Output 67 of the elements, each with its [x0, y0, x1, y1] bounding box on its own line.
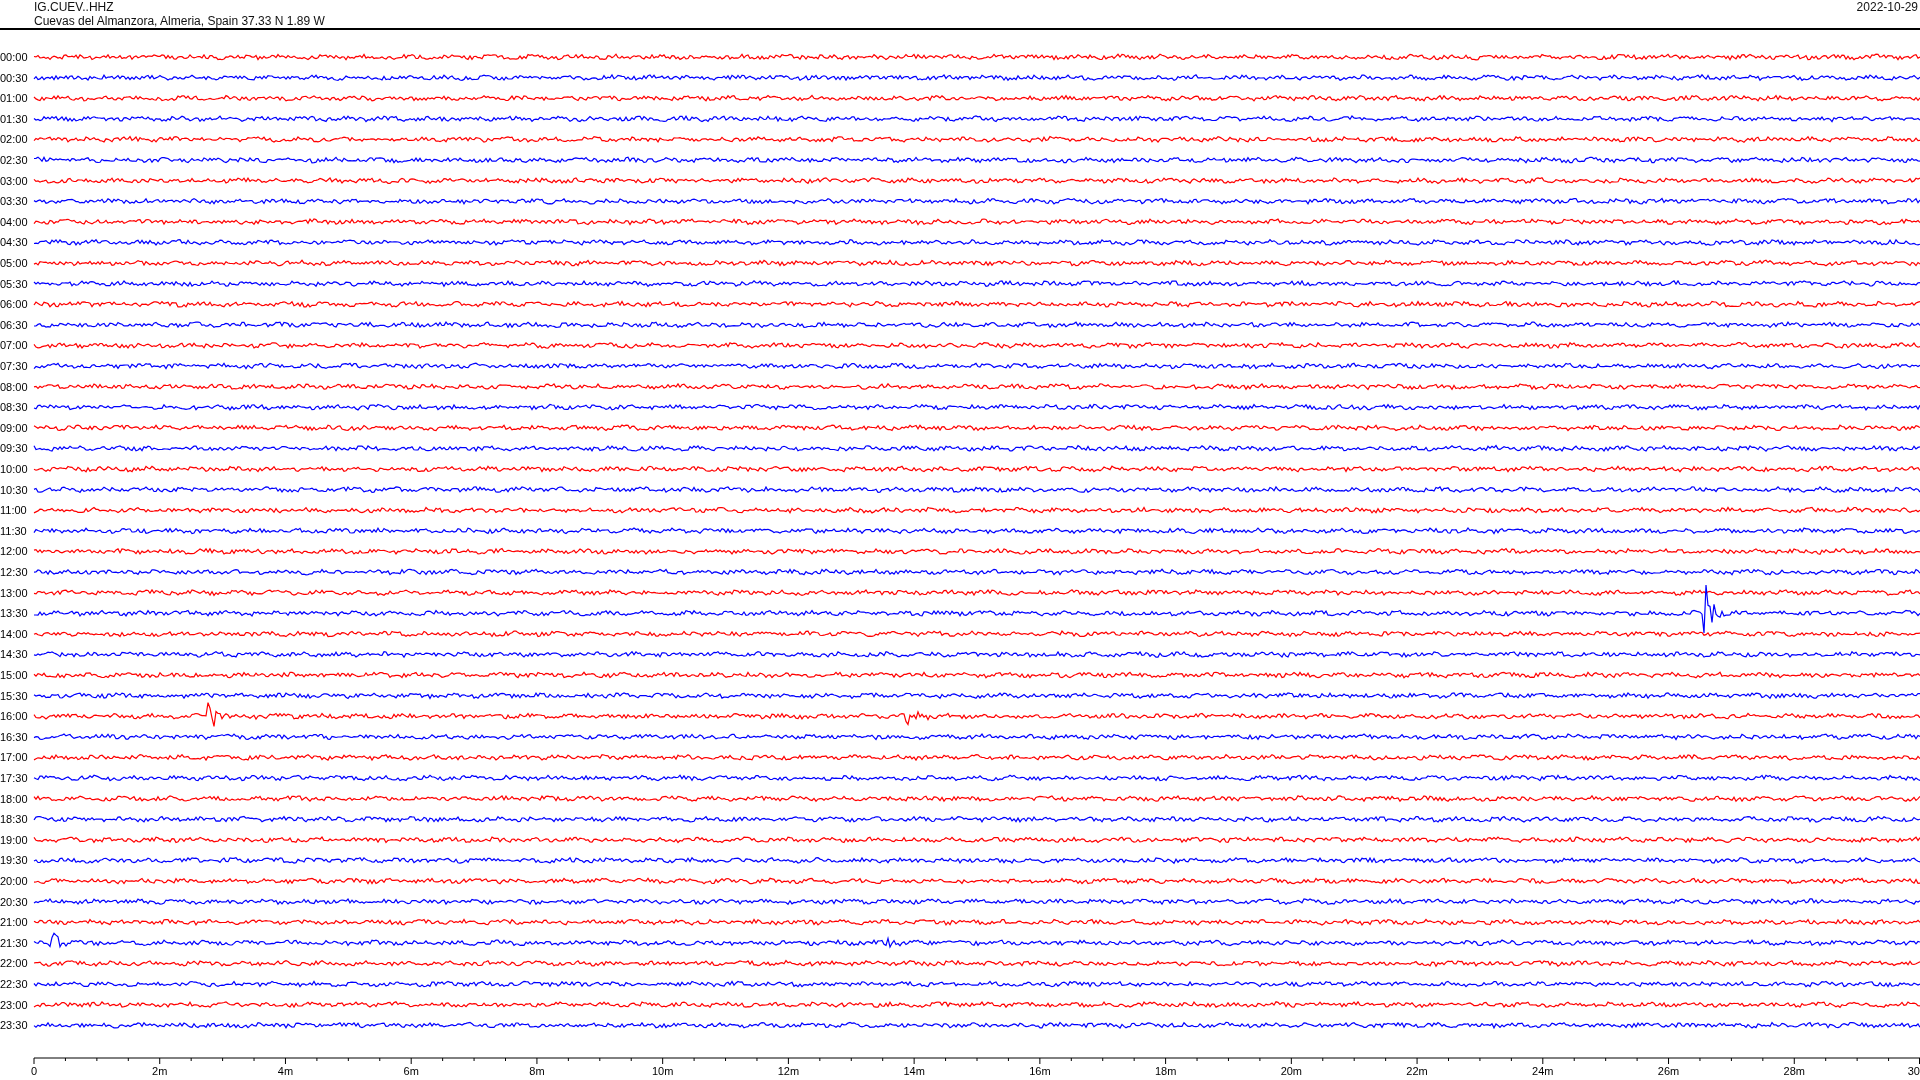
row-time-label: 16:30 [0, 730, 28, 743]
row-time-label: 14:00 [0, 627, 28, 640]
row-time-label: 10:00 [0, 463, 28, 475]
axis-tick-label: 16m [1029, 1065, 1051, 1077]
row-time-label: 18:00 [0, 792, 28, 805]
plot-date: 2022-10-29 [1856, 0, 1918, 14]
row-time-label: 02:30 [0, 154, 28, 166]
row-time-label: 20:30 [0, 895, 28, 908]
row-time-label: 17:30 [0, 772, 28, 784]
row-time-label: 22:30 [0, 978, 28, 990]
axis-tick-label: 30 [1907, 1065, 1920, 1077]
row-time-label: 13:30 [0, 607, 28, 620]
row-time-label: 11:00 [0, 504, 27, 517]
row-time-label: 21:00 [0, 916, 28, 929]
row-time-label: 01:00 [0, 92, 28, 105]
row-time-label: 18:30 [0, 813, 28, 826]
row-time-label: 02:00 [0, 133, 28, 146]
row-time-label: 17:00 [0, 751, 28, 764]
row-time-label: 13:00 [0, 586, 28, 599]
station-location: Cuevas del Almanzora, Almeria, Spain 37.33 N 1.89 W [34, 14, 325, 28]
row-time-label: 11:30 [0, 524, 27, 537]
row-time-label: 04:30 [0, 236, 28, 249]
row-time-label: 09:30 [0, 442, 28, 455]
row-time-label: 22:00 [0, 957, 28, 970]
row-time-label: 19:00 [0, 833, 28, 846]
row-time-label: 23:00 [0, 998, 28, 1011]
axis-tick-label: 24m [1532, 1065, 1554, 1077]
row-time-label: 12:00 [0, 545, 28, 558]
row-time-label: 05:00 [0, 257, 28, 269]
axis-tick-label: 10m [651, 1065, 674, 1077]
row-time-label: 21:30 [0, 936, 28, 949]
row-time-label: 03:00 [0, 174, 28, 187]
row-time-label: 15:30 [0, 689, 28, 702]
row-time-label: 06:30 [0, 318, 28, 331]
axis-tick-label: 8m [529, 1065, 545, 1077]
axis-tick-label: 2m [152, 1065, 168, 1077]
row-time-label: 16:00 [0, 710, 28, 723]
row-time-label: 15:00 [0, 669, 28, 681]
row-time-label: 00:30 [0, 71, 28, 84]
row-time-label: 00:00 [0, 51, 28, 63]
axis-tick-label: 6m [403, 1065, 419, 1077]
row-time-label: 12:30 [0, 566, 28, 578]
axis-tick-label: 12m [777, 1065, 800, 1077]
axis-tick-label: 0 [30, 1065, 38, 1077]
row-time-label: 03:30 [0, 195, 28, 208]
axis-tick-label: 28m [1783, 1065, 1805, 1077]
station-code: IG.CUEV..HHZ [34, 0, 114, 14]
axis-tick-label: 20m [1280, 1065, 1303, 1077]
row-time-label: 10:30 [0, 483, 28, 496]
axis-tick-label: 18m [1154, 1065, 1177, 1077]
row-time-label: 04:00 [0, 215, 28, 228]
axis-tick-label: 14m [903, 1065, 925, 1077]
row-time-label: 08:30 [0, 401, 28, 414]
row-time-label: 01:30 [0, 112, 28, 125]
row-time-label: 20:00 [0, 875, 28, 887]
axis-tick-label: 26m [1657, 1065, 1680, 1077]
row-time-label: 14:30 [0, 648, 28, 661]
axis-tick-label: 22m [1406, 1065, 1428, 1077]
row-time-label: 08:00 [0, 380, 28, 393]
row-time-label: 19:30 [0, 854, 28, 867]
row-time-label: 23:30 [0, 1019, 28, 1032]
axis-tick-label: 4m [277, 1065, 294, 1077]
row-time-label: 09:00 [0, 421, 28, 434]
row-time-label: 05:30 [0, 277, 28, 290]
row-time-label: 06:00 [0, 298, 28, 311]
row-time-label: 07:00 [0, 339, 28, 352]
row-time-label: 07:30 [0, 360, 28, 372]
